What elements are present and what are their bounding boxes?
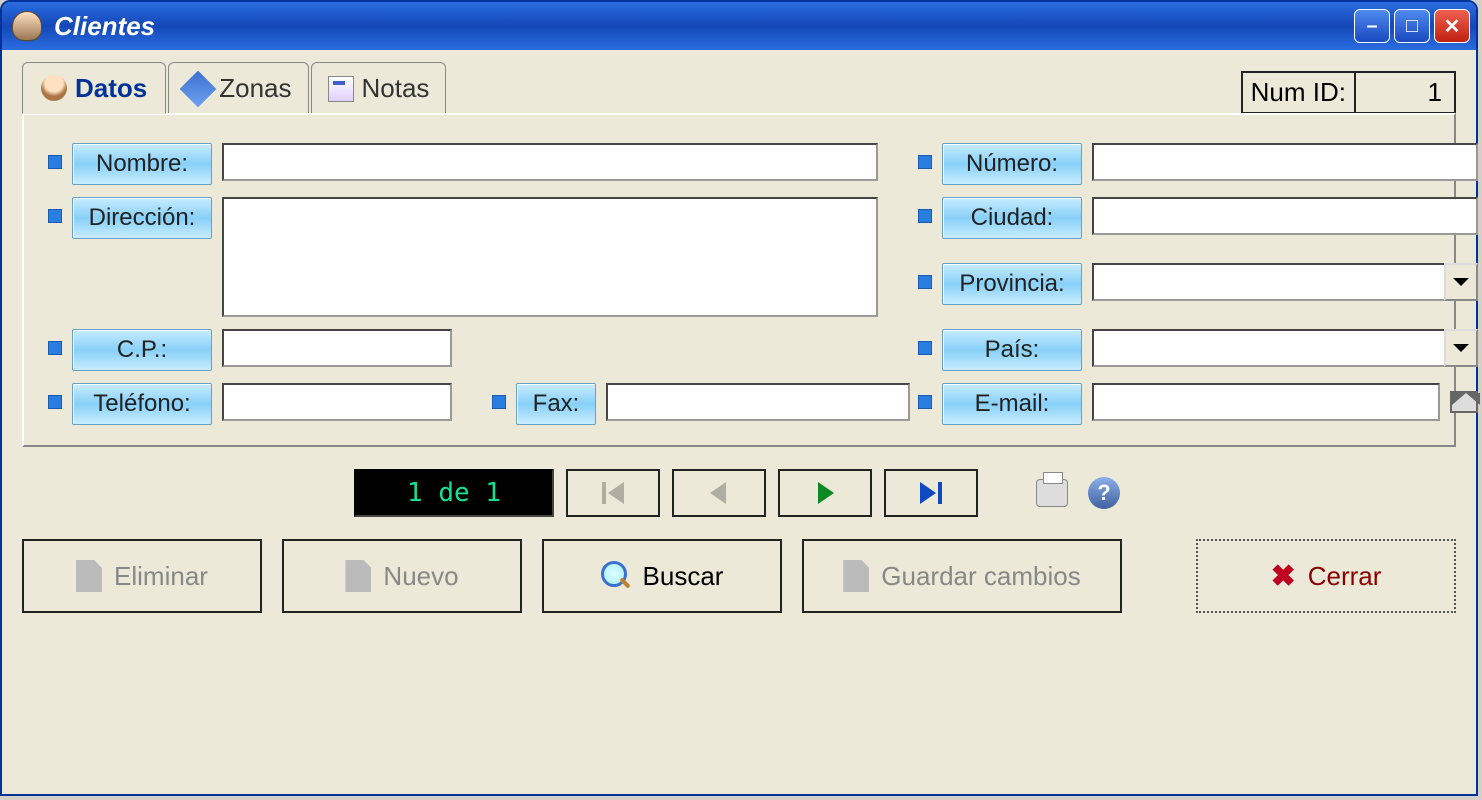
button-label: Guardar cambios — [881, 561, 1080, 592]
window-close-button[interactable]: ✕ — [1434, 9, 1470, 43]
button-row: Eliminar Nuevo Buscar Guardar cambios ✖ … — [22, 539, 1456, 613]
tab-label: Datos — [75, 73, 147, 104]
printer-icon — [1036, 479, 1068, 507]
note-icon — [328, 76, 354, 102]
bullet-icon — [48, 209, 62, 223]
bullet-icon — [918, 155, 932, 169]
tab-label: Zonas — [219, 73, 291, 104]
nav-first-button[interactable] — [566, 469, 660, 517]
bullet-icon — [48, 341, 62, 355]
window-title: Clientes — [54, 11, 155, 42]
num-id-group: Num ID: 1 — [1241, 71, 1456, 114]
label-fax: Fax: — [516, 383, 596, 425]
field-direccion: Dirección: — [48, 197, 878, 317]
button-label: Eliminar — [114, 561, 208, 592]
input-telefono[interactable] — [222, 383, 452, 421]
button-label: Buscar — [643, 561, 724, 592]
input-numero[interactable] — [1092, 143, 1478, 181]
button-label: Nuevo — [383, 561, 458, 592]
field-nombre: Nombre: — [48, 143, 878, 185]
nav-last-button[interactable] — [884, 469, 978, 517]
field-email: E-mail: — [918, 383, 1478, 425]
help-icon: ? — [1088, 477, 1120, 509]
record-counter: 1 de 1 — [354, 469, 554, 517]
bullet-icon — [918, 395, 932, 409]
titlebar[interactable]: Clientes – □ ✕ — [2, 2, 1476, 50]
document-icon — [843, 560, 869, 592]
help-button[interactable]: ? — [1084, 473, 1124, 513]
label-pais: País: — [942, 329, 1082, 371]
input-email[interactable] — [1092, 383, 1440, 421]
combo-provincia[interactable] — [1092, 263, 1444, 301]
search-icon — [601, 561, 631, 591]
minimize-button[interactable]: – — [1354, 9, 1390, 43]
search-button[interactable]: Buscar — [542, 539, 782, 613]
field-numero: Número: — [918, 143, 1478, 185]
combo-pais[interactable] — [1092, 329, 1444, 367]
field-telefono-fax: Teléfono: Fax: — [48, 383, 878, 425]
app-icon — [12, 11, 42, 41]
chevron-down-icon[interactable] — [1444, 263, 1478, 301]
bullet-icon — [48, 155, 62, 169]
document-icon — [76, 560, 102, 592]
tab-row: Datos Zonas Notas Num ID: 1 — [22, 62, 1456, 114]
bullet-icon — [918, 275, 932, 289]
client-area: Datos Zonas Notas Num ID: 1 Nombre: — [2, 50, 1476, 794]
box-icon — [180, 70, 217, 107]
close-button[interactable]: ✖ Cerrar — [1196, 539, 1456, 613]
field-pais: País: — [918, 329, 1478, 371]
nav-row: 1 de 1 ? — [22, 469, 1456, 517]
nav-prev-button[interactable] — [672, 469, 766, 517]
field-cp: C.P.: — [48, 329, 878, 371]
maximize-button[interactable]: □ — [1394, 9, 1430, 43]
bullet-icon — [492, 395, 506, 409]
close-icon: ✖ — [1271, 559, 1296, 594]
field-provincia: Provincia: — [918, 263, 1478, 317]
label-direccion: Dirección: — [72, 197, 212, 239]
bullet-icon — [48, 395, 62, 409]
input-direccion[interactable] — [222, 197, 878, 317]
field-ciudad: Ciudad: — [918, 197, 1478, 251]
bullet-icon — [918, 341, 932, 355]
form-panel: Nombre: Número: Dirección: — [22, 113, 1456, 447]
window-clientes: Clientes – □ ✕ Datos Zonas Notas Num ID:… — [0, 0, 1478, 796]
label-telefono: Teléfono: — [72, 383, 212, 425]
input-ciudad[interactable] — [1092, 197, 1478, 235]
label-email: E-mail: — [942, 383, 1082, 425]
tab-label: Notas — [362, 73, 430, 104]
num-id-label: Num ID: — [1241, 71, 1356, 114]
print-button[interactable] — [1032, 473, 1072, 513]
nav-next-button[interactable] — [778, 469, 872, 517]
delete-button[interactable]: Eliminar — [22, 539, 262, 613]
document-icon — [345, 560, 371, 592]
num-id-value: 1 — [1356, 71, 1456, 114]
envelope-icon[interactable] — [1450, 391, 1478, 413]
input-nombre[interactable] — [222, 143, 878, 181]
new-button[interactable]: Nuevo — [282, 539, 522, 613]
label-numero: Número: — [942, 143, 1082, 185]
save-button[interactable]: Guardar cambios — [802, 539, 1122, 613]
label-ciudad: Ciudad: — [942, 197, 1082, 239]
input-cp[interactable] — [222, 329, 452, 367]
label-provincia: Provincia: — [942, 263, 1082, 305]
label-cp: C.P.: — [72, 329, 212, 371]
label-nombre: Nombre: — [72, 143, 212, 185]
button-label: Cerrar — [1308, 561, 1382, 592]
user-icon — [41, 75, 67, 101]
input-fax[interactable] — [606, 383, 910, 421]
tab-datos[interactable]: Datos — [22, 62, 166, 114]
bullet-icon — [918, 209, 932, 223]
tab-notas[interactable]: Notas — [311, 62, 447, 114]
chevron-down-icon[interactable] — [1444, 329, 1478, 367]
tab-zonas[interactable]: Zonas — [168, 62, 308, 114]
